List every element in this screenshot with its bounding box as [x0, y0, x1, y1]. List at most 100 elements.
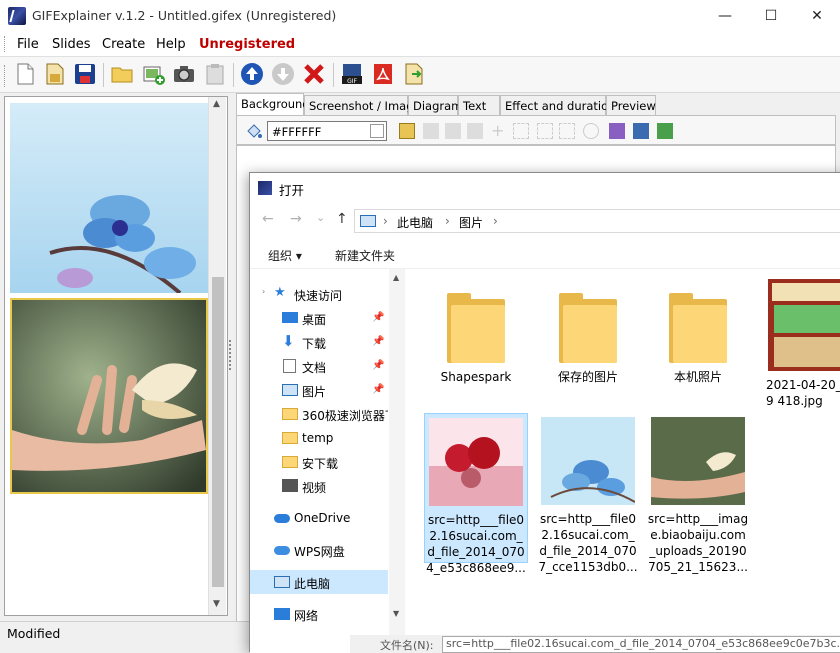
up-arrow-icon[interactable]: ↑: [336, 211, 348, 227]
star-icon: ★: [274, 285, 286, 300]
file-item-image-selected[interactable]: src=http___file0 2.16sucai.com_ d_file_2…: [424, 413, 528, 575]
minimize-button[interactable]: —: [702, 0, 748, 32]
nav-item-this-pc[interactable]: 此电脑: [250, 570, 388, 594]
save-icon[interactable]: [73, 62, 97, 86]
folder-icon[interactable]: [110, 62, 134, 86]
color-dropdown-icon[interactable]: [370, 124, 384, 138]
nav-label: 文档: [302, 361, 327, 375]
nav-label: 安下载: [302, 457, 339, 471]
nav-item-documents[interactable]: 文档 📌: [250, 354, 388, 378]
file-item-folder[interactable]: Shapespark: [424, 279, 528, 409]
nav-item-wps[interactable]: WPS网盘: [250, 538, 388, 562]
picture-icon: [282, 384, 298, 396]
open-icon[interactable]: [43, 62, 67, 86]
breadcrumb-separator: ›: [383, 214, 388, 228]
folder-icon: [282, 432, 298, 444]
download-icon: ⬇: [282, 332, 295, 350]
computer-icon: [274, 576, 290, 588]
forward-arrow-icon[interactable]: →: [290, 211, 302, 227]
new-document-icon[interactable]: [13, 62, 37, 86]
gif-export-icon[interactable]: GIF: [340, 62, 364, 86]
menu-slides[interactable]: Slides: [52, 37, 91, 52]
slide-thumbnail[interactable]: [10, 103, 208, 293]
resize-disabled-icon: [559, 123, 575, 139]
filename-row: 文件名(N): src=http___file02.16sucai.com_d_…: [350, 635, 840, 653]
filename-input[interactable]: src=http___file02.16sucai.com_d_file_201…: [442, 636, 840, 653]
menu-help[interactable]: Help: [156, 37, 186, 52]
move-up-icon[interactable]: [240, 62, 264, 86]
panel-splitter[interactable]: [229, 340, 233, 370]
nav-item-pictures[interactable]: 图片 📌: [250, 378, 388, 402]
paint-bucket-icon[interactable]: [245, 122, 263, 140]
slide-list-scrollbar[interactable]: ▲ ▼: [208, 97, 226, 615]
nav-item-360-browser[interactable]: 360极速浏览器下: [250, 402, 388, 426]
scroll-down-icon[interactable]: ▼: [213, 599, 220, 609]
scrollbar-thumb[interactable]: [212, 277, 224, 587]
nav-label: 下载: [302, 337, 327, 351]
close-button[interactable]: ✕: [794, 0, 840, 32]
tab-preview[interactable]: Preview: [606, 95, 656, 115]
nav-item-network[interactable]: 网络: [250, 602, 388, 626]
file-label: src=http___file0 2.16sucai.com_ d_file_2…: [426, 513, 526, 575]
picture-frame-icon[interactable]: [633, 123, 649, 139]
tab-screenshot-image[interactable]: Screenshot / Image: [304, 95, 421, 115]
file-item-folder[interactable]: 保存的图片: [536, 279, 640, 409]
toolbar-separator: [103, 63, 104, 87]
menu-file[interactable]: File: [17, 37, 39, 52]
toolbar-grip[interactable]: [4, 65, 7, 87]
pin-icon[interactable]: 📌: [372, 336, 384, 347]
pin-icon[interactable]: 📌: [372, 360, 384, 371]
nav-pane-scrollbar[interactable]: ▲ ▼: [389, 269, 405, 653]
nav-label: 此电脑: [294, 577, 331, 591]
add-slide-icon[interactable]: [141, 62, 165, 86]
nav-item-downloads[interactable]: ⬇ 下载 📌: [250, 330, 388, 354]
move-down-icon[interactable]: [271, 62, 295, 86]
nav-item-onedrive[interactable]: OneDrive: [250, 506, 388, 530]
export-image-icon[interactable]: [657, 123, 673, 139]
folder-disabled-icon: [423, 123, 439, 139]
nav-item-videos[interactable]: 视频: [250, 474, 388, 498]
scroll-up-icon[interactable]: ▲: [393, 273, 399, 282]
new-folder-button[interactable]: 新建文件夹: [335, 247, 395, 264]
breadcrumb-separator: ›: [445, 214, 450, 228]
menu-unregistered[interactable]: Unregistered: [199, 37, 295, 52]
pin-icon[interactable]: 📌: [372, 384, 384, 395]
expand-chevron-icon[interactable]: ›: [262, 287, 265, 296]
paste-icon[interactable]: [203, 62, 227, 86]
breadcrumb-pictures[interactable]: 图片: [459, 214, 483, 231]
tab-background[interactable]: Background: [236, 93, 310, 115]
pdf-export-icon[interactable]: [371, 62, 395, 86]
image-icon[interactable]: [399, 123, 415, 139]
file-label: 保存的图片: [557, 370, 618, 384]
maximize-button[interactable]: ☐: [748, 0, 794, 32]
menu-create[interactable]: Create: [102, 37, 145, 52]
file-item-folder[interactable]: 本机照片: [646, 279, 750, 409]
tab-text[interactable]: Text: [458, 95, 500, 115]
back-arrow-icon[interactable]: ←: [262, 211, 274, 227]
nav-item-quick-access[interactable]: › ★ 快速访问: [250, 282, 388, 306]
organize-button[interactable]: 组织 ▾: [268, 247, 302, 264]
scroll-down-icon[interactable]: ▼: [393, 609, 399, 618]
nav-item-temp[interactable]: temp: [250, 426, 388, 450]
file-list: Shapespark 保存的图片 本机照片 2021-04-20_09 418.…: [410, 269, 840, 653]
layers-icon[interactable]: [609, 123, 625, 139]
slide-thumbnail-selected[interactable]: [10, 298, 208, 494]
scroll-up-icon[interactable]: ▲: [213, 99, 220, 109]
file-item-image[interactable]: src=http___file0 2.16sucai.com_ d_file_2…: [536, 413, 640, 574]
delete-icon[interactable]: [302, 62, 326, 86]
screenshot-icon[interactable]: [172, 62, 196, 86]
address-bar[interactable]: › 此电脑 › 图片 ›: [354, 209, 840, 233]
breadcrumb-this-pc[interactable]: 此电脑: [397, 214, 433, 231]
menu-grip[interactable]: [4, 36, 7, 52]
nav-item-desktop[interactable]: 桌面 📌: [250, 306, 388, 330]
file-item-image[interactable]: 2021-04-20_09 418.jpg: [756, 279, 840, 409]
file-item-image[interactable]: src=http___imag e.biaobaiju.com _uploads…: [646, 413, 750, 574]
tab-effect-duration[interactable]: Effect and duration: [500, 95, 615, 115]
recent-locations-icon[interactable]: ⌄: [316, 211, 325, 224]
pin-icon[interactable]: 📌: [372, 312, 384, 323]
nav-item-anxz[interactable]: 安下载: [250, 450, 388, 474]
crop-disabled-icon: [513, 123, 529, 139]
export-icon[interactable]: [402, 62, 426, 86]
tab-diagram[interactable]: Diagram: [408, 95, 462, 115]
background-color-input[interactable]: #FFFFFF: [267, 121, 387, 141]
